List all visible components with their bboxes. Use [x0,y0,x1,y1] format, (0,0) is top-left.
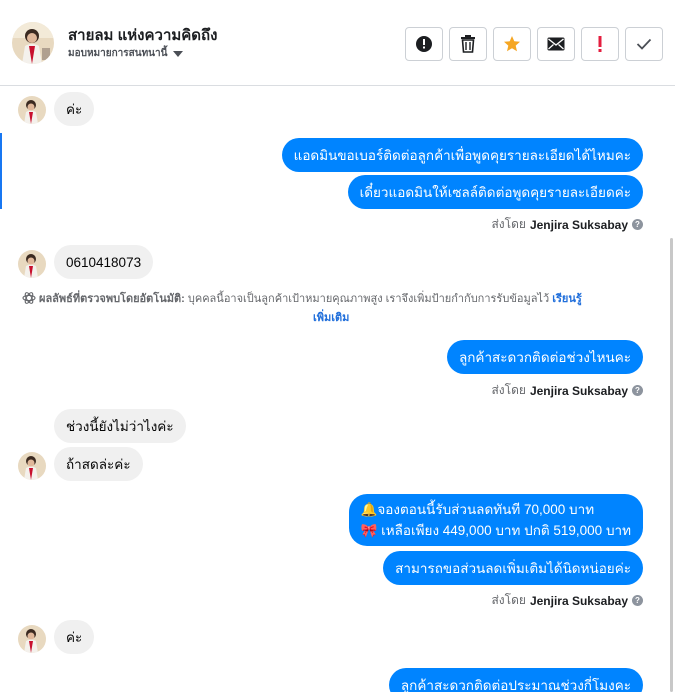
avatar [18,250,46,278]
sender-name[interactable]: Jenjira Suksabay [530,218,628,232]
exclamation-circle-icon [416,36,432,52]
star-button[interactable] [493,27,531,61]
auto-detection-text: บุคคลนี้อาจเป็นลูกค้าเป้าหมายคุณภาพสูง เ… [187,293,550,305]
red-exclamation-icon [598,36,602,52]
help-icon[interactable]: ? [632,595,643,606]
delete-button[interactable] [449,27,487,61]
outgoing-message[interactable]: สามารถขอส่วนลดเพิ่มเติมได้นิดหน่อยค่ะ [383,551,643,585]
sent-by-prefix: ส่งโดย [491,217,526,231]
message-thread[interactable]: ค่ะ แอดมินขอเบอร์ติดต่อลูกค้าเพื่อพูดคุย… [0,86,668,692]
incoming-message[interactable]: ค่ะ [54,92,95,126]
sent-by-label: ส่งโดย Jenjira Suksabay ? [491,215,643,234]
trash-icon [461,35,475,53]
sent-by-prefix: ส่งโดย [491,383,526,397]
header-actions [405,27,663,61]
contact-name: สายลม แห่งความคิดถึง [68,27,218,44]
sent-by-prefix: ส่งโดย [491,593,526,607]
contact-avatar[interactable] [12,22,54,64]
sender-name[interactable]: Jenjira Suksabay [530,594,628,608]
avatar [18,452,46,480]
learn-more-link-cont[interactable]: เพิ่มเติม [313,312,349,324]
avatar [18,96,46,124]
mark-spam-button[interactable] [405,27,443,61]
incoming-message[interactable]: 0610418073 [54,245,154,279]
auto-detection-note: ผลลัพธ์ที่ตรวจพบโดยอัตโนมัติ: บุคคลนี้อา… [22,290,642,328]
mark-done-button[interactable] [625,27,663,61]
promo-line-2: 🎀 เหลือเพียง 449,000 บาท ปกติ 519,000 บา… [360,523,631,538]
incoming-message[interactable]: ถ้าสดล่ะค่ะ [54,447,143,481]
sent-by-label: ส่งโดย Jenjira Suksabay ? [491,381,643,400]
promo-line-1: 🔔จองตอนนี้รับส่วนลดทันที 70,000 บาท [360,502,595,517]
sender-name[interactable]: Jenjira Suksabay [530,384,628,398]
help-icon[interactable]: ? [632,219,643,230]
sent-by-label: ส่งโดย Jenjira Suksabay ? [491,591,643,610]
atom-icon [22,292,36,304]
auto-detection-label: ผลลัพธ์ที่ตรวจพบโดยอัตโนมัติ: [39,293,185,305]
flag-priority-button[interactable] [581,27,619,61]
caret-down-icon [173,50,184,57]
incoming-message[interactable]: ช่วงนี้ยังไม่ว่าไงค่ะ [54,409,186,443]
star-icon [504,36,520,52]
learn-more-link[interactable]: เรียนรู้ [552,293,582,305]
outgoing-message[interactable]: เดี๋ยวแอดมินให้เซลล์ติดต่อพูดคุยรายละเอี… [347,175,643,209]
envelope-icon [547,37,565,51]
outgoing-promo-message[interactable]: 🔔จองตอนนี้รับส่วนลดทันที 70,000 บาท 🎀 เห… [348,494,643,546]
assign-label: มอบหมายการสนทนานี้ [68,48,168,59]
outgoing-message[interactable]: ลูกค้าสะดวกติดต่อประมาณช่วงกี่โมงคะ [388,668,643,692]
avatar [18,625,46,653]
scrollbar[interactable] [670,238,673,692]
help-icon[interactable]: ? [632,385,643,396]
outgoing-message[interactable]: แอดมินขอเบอร์ติดต่อลูกค้าเพื่อพูดคุยรายล… [281,138,643,172]
assign-conversation-dropdown[interactable]: มอบหมายการสนทนานี้ [68,46,184,61]
mark-unread-button[interactable] [537,27,575,61]
outgoing-message[interactable]: ลูกค้าสะดวกติดต่อช่วงไหนคะ [446,340,643,374]
checkmark-icon [636,38,652,50]
incoming-message[interactable]: ค่ะ [54,620,95,654]
conversation-header: สายลม แห่งความคิดถึง มอบหมายการสนทนานี้ [0,0,675,86]
